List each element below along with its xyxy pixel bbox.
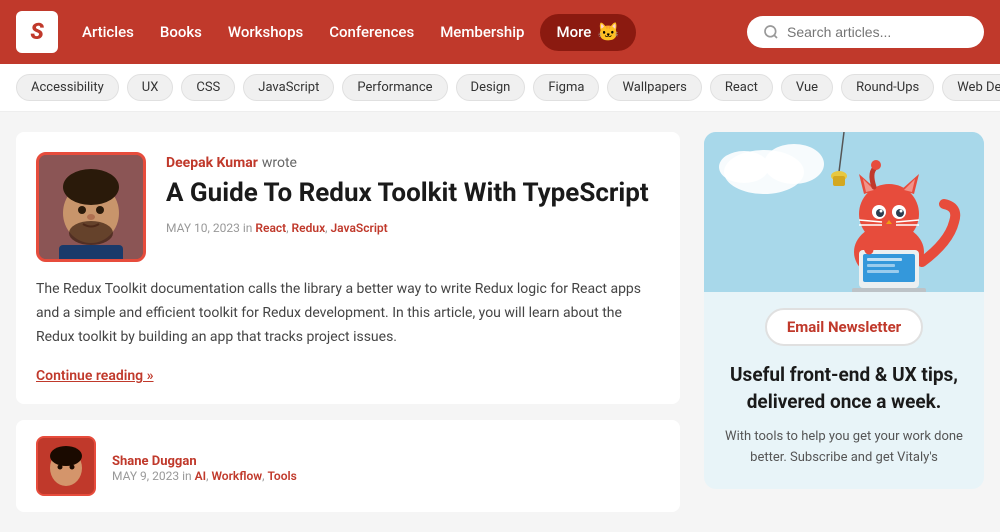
author-name[interactable]: Deepak Kumar — [166, 155, 258, 171]
second-article-card: Shane Duggan MAY 9, 2023 in AI, Workflow… — [16, 420, 680, 512]
category-wallpapers[interactable]: Wallpapers — [607, 74, 701, 101]
author-avatar — [36, 152, 146, 262]
sidebar: Email Newsletter Useful front-end & UX t… — [704, 132, 984, 512]
newsletter-card: Email Newsletter Useful front-end & UX t… — [704, 132, 984, 489]
nav-membership[interactable]: Membership — [428, 15, 536, 49]
newsletter-badge[interactable]: Email Newsletter — [765, 308, 923, 346]
tag-tools[interactable]: Tools — [267, 469, 296, 483]
category-react[interactable]: React — [710, 74, 773, 101]
second-date: MAY 9, 2023 — [112, 469, 179, 483]
tag-workflow[interactable]: Workflow — [211, 469, 262, 483]
logo-text: S — [30, 20, 43, 45]
more-label: More — [556, 23, 591, 41]
second-avatar-illustration — [38, 438, 94, 494]
nav-articles[interactable]: Articles — [70, 15, 146, 49]
main-article-card: Deepak Kumar wrote A Guide To Redux Tool… — [16, 132, 680, 404]
search-input[interactable] — [787, 24, 968, 40]
category-roundups[interactable]: Round-Ups — [841, 74, 934, 101]
category-javascript[interactable]: JavaScript — [243, 74, 334, 101]
nav-conferences[interactable]: Conferences — [317, 15, 426, 49]
nav-workshops[interactable]: Workshops — [216, 15, 315, 49]
more-icon: 🐱 — [597, 22, 619, 43]
second-article-meta: Shane Duggan MAY 9, 2023 in AI, Workflow… — [112, 450, 297, 483]
second-article-date-tags: MAY 9, 2023 in AI, Workflow, Tools — [112, 469, 297, 483]
tag-ai[interactable]: AI — [195, 469, 206, 483]
continue-reading-link[interactable]: Continue reading » — [36, 368, 154, 384]
article-title: A Guide To Redux Toolkit With TypeScript — [166, 177, 660, 211]
article-top: Deepak Kumar wrote A Guide To Redux Tool… — [36, 152, 660, 262]
more-menu[interactable]: More 🐱 — [540, 14, 635, 51]
category-performance[interactable]: Performance — [342, 74, 447, 101]
newsletter-title: Useful front-end & UX tips, delivered on… — [724, 362, 964, 415]
main-header: S Articles Books Workshops Conferences M… — [0, 0, 1000, 64]
category-webdesign[interactable]: Web Design — [942, 74, 1000, 101]
category-vue[interactable]: Vue — [781, 74, 833, 101]
logo[interactable]: S — [16, 11, 58, 53]
tag-react[interactable]: React — [255, 221, 286, 235]
article-meta: Deepak Kumar wrote A Guide To Redux Tool… — [166, 152, 660, 262]
article-feed: Deepak Kumar wrote A Guide To Redux Tool… — [16, 132, 680, 512]
author-byline: Deepak Kumar wrote — [166, 152, 660, 171]
second-author-avatar — [36, 436, 96, 496]
newsletter-badge-wrapper: Email Newsletter — [724, 308, 964, 346]
newsletter-illustration — [704, 132, 984, 292]
wrote-text: wrote — [262, 155, 297, 171]
search-icon — [763, 24, 779, 40]
article-date: MAY 10, 2023 — [166, 221, 240, 235]
newsletter-svg-illustration — [704, 132, 984, 292]
tag-redux[interactable]: Redux — [292, 221, 326, 235]
newsletter-desc: With tools to help you get your work don… — [724, 427, 964, 469]
category-design[interactable]: Design — [456, 74, 526, 101]
nav-books[interactable]: Books — [148, 15, 214, 49]
category-accessibility[interactable]: Accessibility — [16, 74, 119, 101]
category-css[interactable]: CSS — [181, 74, 235, 101]
in-text: in — [243, 221, 256, 235]
category-ux[interactable]: UX — [127, 74, 174, 101]
article-excerpt: The Redux Toolkit documentation calls th… — [36, 278, 660, 349]
article-date-tags: MAY 10, 2023 in React, Redux, JavaScript — [166, 221, 660, 235]
second-author-name[interactable]: Shane Duggan — [112, 454, 197, 469]
avatar-illustration — [39, 155, 143, 259]
tag-javascript[interactable]: JavaScript — [331, 221, 388, 235]
search-bar — [747, 16, 984, 48]
category-figma[interactable]: Figma — [533, 74, 599, 101]
category-bar: Accessibility UX CSS JavaScript Performa… — [0, 64, 1000, 112]
main-nav: Articles Books Workshops Conferences Mem… — [70, 15, 536, 49]
main-layout: Deepak Kumar wrote A Guide To Redux Tool… — [0, 112, 1000, 532]
